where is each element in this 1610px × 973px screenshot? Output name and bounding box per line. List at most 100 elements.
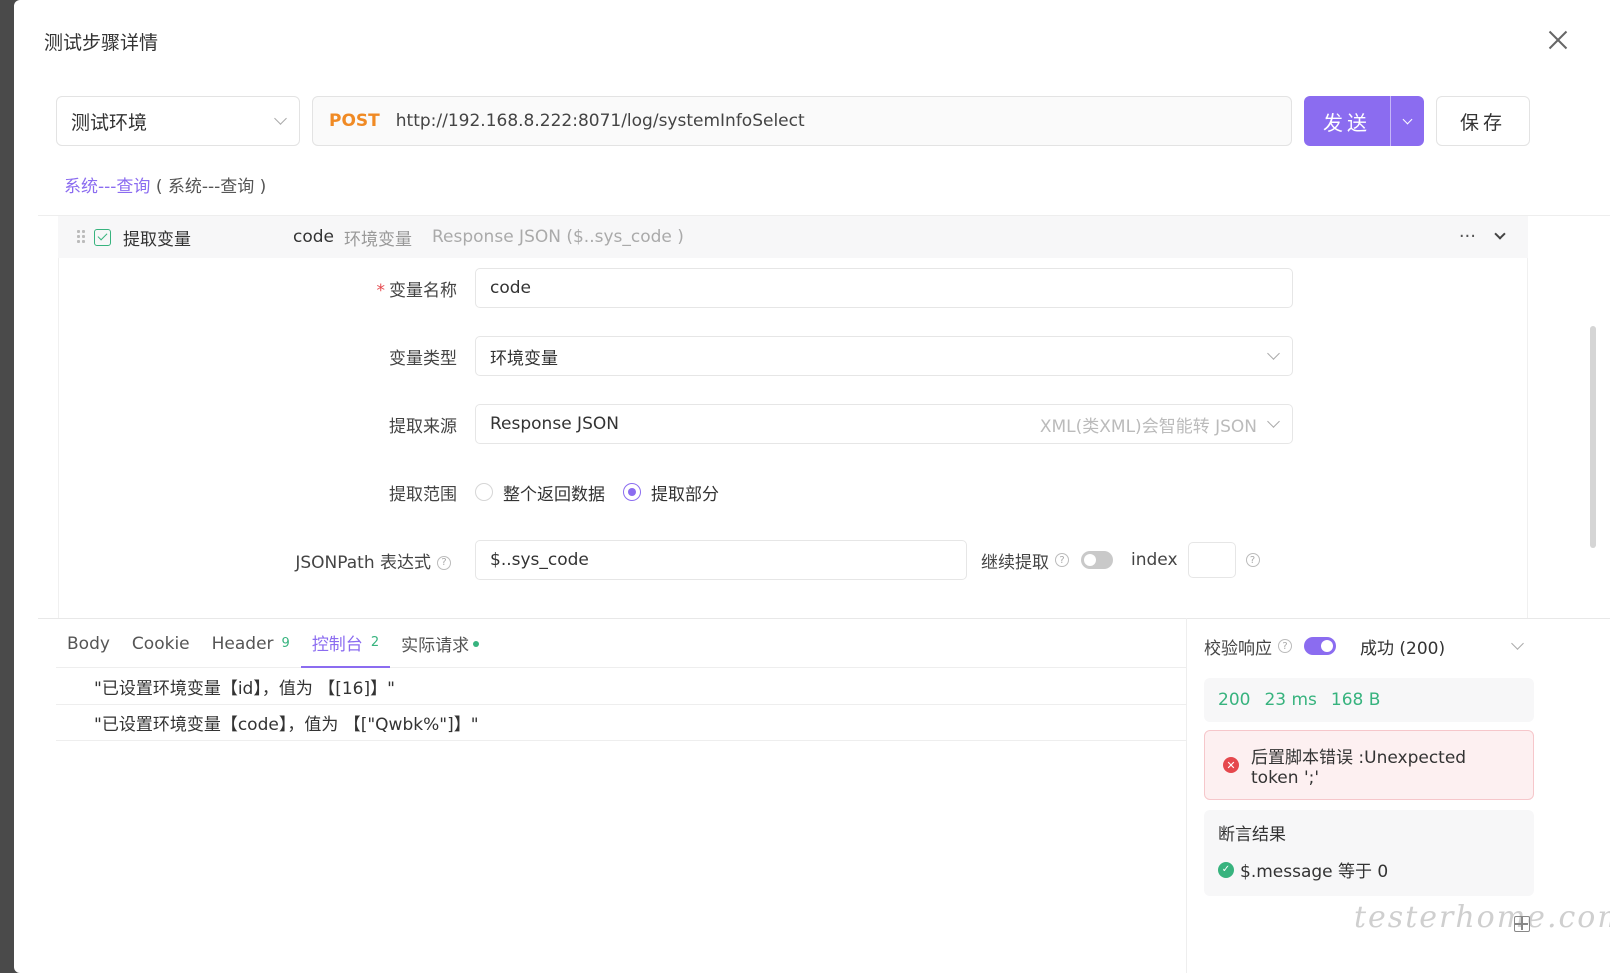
status-code: 200: [1218, 690, 1251, 710]
var-name-label-text: 变量名称: [389, 280, 457, 301]
var-name-input[interactable]: code: [475, 268, 1293, 308]
var-type-row: 变量类型 环境变量: [59, 336, 1529, 376]
tab-label: Body: [67, 633, 110, 654]
env-select-value: 测试环境: [71, 111, 148, 134]
tab-header[interactable]: Header 9: [201, 620, 301, 668]
step-header[interactable]: 提取变量 code 环境变量 Response JSON ($..sys_cod…: [58, 216, 1528, 258]
chevron-down-icon[interactable]: [1511, 637, 1524, 650]
help-icon[interactable]: ?: [1245, 553, 1260, 567]
step-var: code: [293, 227, 334, 247]
breadcrumb: 系统---查询 ( 系统---查询 ): [64, 172, 266, 197]
help-icon[interactable]: ?: [1055, 553, 1069, 567]
send-button-label: 发送: [1323, 110, 1371, 135]
scope-radio-all[interactable]: 整个返回数据: [475, 480, 605, 505]
close-icon[interactable]: [1548, 30, 1568, 50]
error-message: 后置脚本错误 :Unexpected token ';': [1251, 748, 1467, 788]
send-button[interactable]: 发送: [1304, 96, 1424, 146]
source-hint-text: XML(类XML)会智能转 JSON: [1039, 416, 1257, 437]
var-type-value: 环境变量: [490, 348, 558, 369]
http-method[interactable]: POST: [329, 111, 380, 131]
watermark: testerhome.com: [1354, 900, 1610, 935]
console-line: "已设置环境变量【code】，值为 【["Qwbk%"]】": [56, 705, 1186, 741]
radio-icon: [475, 483, 493, 501]
source-select[interactable]: Response JSON XML(类XML)会智能转 JSON: [475, 404, 1293, 444]
tab-count-badge: 9: [281, 636, 290, 651]
send-dropdown[interactable]: [1390, 96, 1424, 146]
jsonpath-value: $..sys_code: [490, 550, 589, 570]
jsonpath-label-text: JSONPath 表达式: [295, 552, 431, 573]
validate-toggle[interactable]: [1304, 637, 1336, 655]
required-mark: *: [376, 280, 386, 301]
var-name-label: * 变量名称: [59, 276, 475, 301]
chevron-down-icon: [1402, 114, 1413, 124]
response-size: 168 B: [1330, 690, 1381, 710]
validate-panel: 校验响应 ? 成功 (200) 200 23 ms 168 B ✕ 后置脚本错误…: [1204, 620, 1534, 896]
index-label: index: [1131, 550, 1178, 570]
assert-result: 断言结果 ✓ $.message 等于 0: [1204, 810, 1534, 896]
divider: [1186, 618, 1187, 973]
extract-form: * 变量名称 code 变量类型 环境变量 提取来源 Response JSON …: [58, 258, 1528, 618]
assert-item: ✓ $.message 等于 0: [1218, 857, 1520, 882]
tab-label: Cookie: [131, 633, 190, 654]
scope-radio-part[interactable]: 提取部分: [623, 480, 719, 505]
validate-status[interactable]: 成功 (200): [1360, 634, 1445, 659]
tab-label: 控制台: [311, 635, 363, 655]
continue-extract: 继续提取 ? index ?: [981, 542, 1260, 578]
tab-console[interactable]: 控制台 2: [300, 620, 391, 668]
check-icon: ✓: [1218, 861, 1234, 878]
var-type-label: 变量类型: [389, 348, 457, 369]
console-line: "已设置环境变量【id】，值为 【[16]】": [56, 669, 1186, 705]
source-label: 提取来源: [389, 416, 457, 437]
save-button[interactable]: 保存: [1436, 96, 1530, 146]
help-icon[interactable]: ?: [1278, 639, 1292, 653]
help-icon[interactable]: ?: [437, 555, 451, 570]
tab-actual-request[interactable]: 实际请求: [390, 620, 490, 668]
more-icon[interactable]: ···: [1459, 226, 1476, 247]
collapse-chevron-icon[interactable]: [1494, 228, 1506, 240]
step-actions: ···: [1459, 226, 1506, 247]
tab-label: Header: [211, 633, 274, 654]
response-metrics: 200 23 ms 168 B: [1204, 678, 1534, 722]
tab-body[interactable]: Body: [56, 620, 121, 668]
tab-label: 实际请求: [401, 636, 470, 656]
step-name: 提取变量: [123, 229, 191, 250]
response-tabs: Body Cookie Header 9 控制台 2 实际请求: [56, 620, 1186, 668]
drag-handle-icon[interactable]: [76, 229, 86, 245]
step-detail-drawer: 测试步骤详情 测试环境 POST http://192.168.8.222:80…: [14, 0, 1610, 973]
source-value: Response JSON: [490, 414, 619, 434]
layout-icon[interactable]: [1514, 916, 1530, 932]
step-enabled-checkbox[interactable]: [94, 228, 111, 246]
status-dot-icon: [473, 640, 480, 647]
scope-label: 提取范围: [389, 484, 457, 505]
url-value: http://192.168.8.222:8071/log/systemInfo…: [395, 111, 805, 131]
url-input[interactable]: POST http://192.168.8.222:8071/log/syste…: [312, 96, 1292, 146]
validate-label: 校验响应: [1204, 638, 1272, 659]
env-select[interactable]: 测试环境: [56, 96, 300, 146]
var-name-value: code: [490, 278, 531, 298]
error-icon: ✕: [1223, 757, 1239, 773]
assert-item-text: $.message 等于 0: [1240, 862, 1389, 882]
response-time: 23 ms: [1264, 690, 1317, 710]
scope-all-label: 整个返回数据: [503, 484, 605, 505]
chevron-down-icon: [274, 112, 287, 125]
jsonpath-row: JSONPath 表达式? $..sys_code 继续提取 ? index ?: [59, 540, 1529, 580]
var-type-select[interactable]: 环境变量: [475, 336, 1293, 376]
breadcrumb-link[interactable]: 系统---查询: [64, 177, 150, 197]
assert-title: 断言结果: [1218, 825, 1286, 845]
jsonpath-label: JSONPath 表达式?: [59, 548, 475, 573]
continue-toggle[interactable]: [1081, 551, 1113, 569]
validate-header: 校验响应 ? 成功 (200): [1204, 620, 1534, 672]
error-alert: ✕ 后置脚本错误 :Unexpected token ';': [1204, 730, 1534, 800]
source-hint: XML(类XML)会智能转 JSON: [1039, 412, 1280, 437]
scope-row: 提取范围 整个返回数据 提取部分: [59, 472, 1529, 512]
tab-cookie[interactable]: Cookie: [121, 620, 201, 668]
index-input[interactable]: [1187, 542, 1236, 578]
scope-part-label: 提取部分: [651, 484, 719, 505]
var-name-row: * 变量名称 code: [59, 268, 1529, 308]
scrollbar[interactable]: [1590, 326, 1596, 548]
tab-count-badge: 2: [370, 635, 380, 650]
chevron-down-icon: [1267, 415, 1280, 428]
step-type: 环境变量: [344, 229, 412, 250]
jsonpath-input[interactable]: $..sys_code: [475, 540, 967, 580]
breadcrumb-detail: ( 系统---查询 ): [155, 177, 267, 197]
